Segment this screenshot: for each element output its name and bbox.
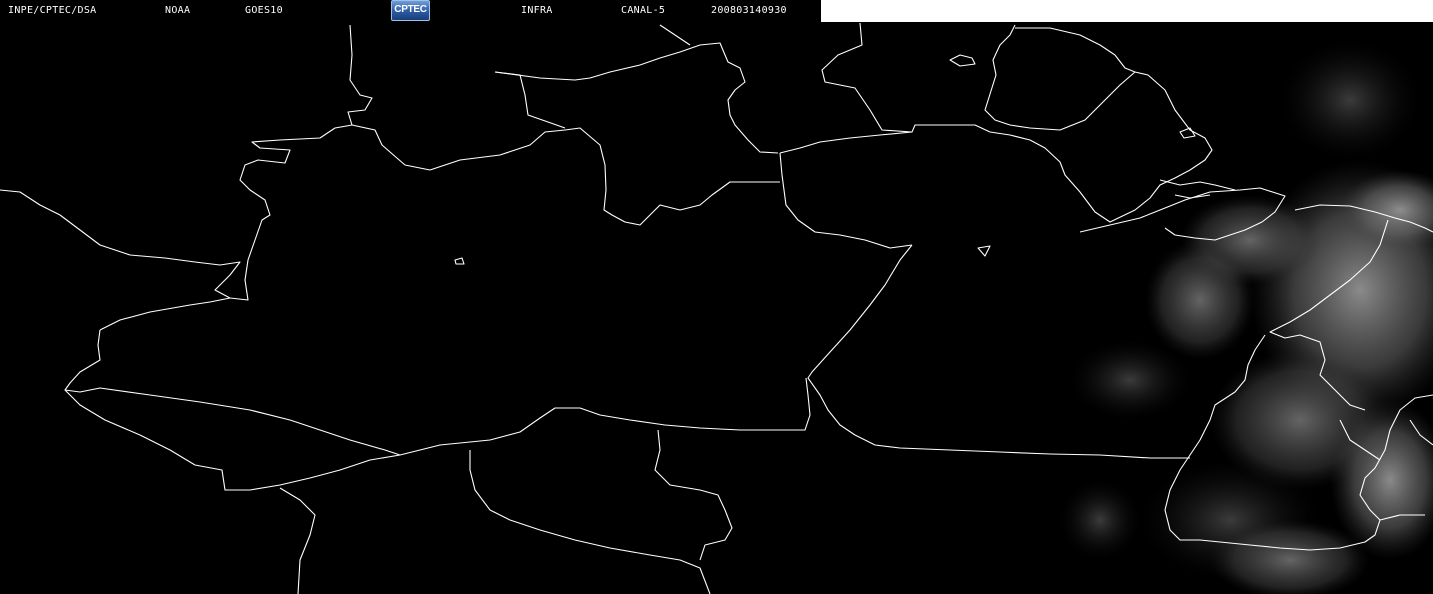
header-band-type: INFRA (521, 5, 553, 16)
header-institution: INPE/CPTEC/DSA (8, 5, 97, 16)
cloud-cover (1060, 40, 1433, 594)
header-agency: NOAA (165, 5, 191, 16)
cptec-logo-text: CPTEC (394, 4, 427, 15)
header-satellite: GOES10 (245, 5, 283, 16)
header-channel: CANAL-5 (621, 5, 666, 16)
cptec-logo: CPTEC (391, 0, 430, 21)
header-timestamp: 200803140930 (711, 5, 787, 16)
satellite-map (0, 22, 1433, 594)
header-blank-area (821, 0, 1433, 22)
